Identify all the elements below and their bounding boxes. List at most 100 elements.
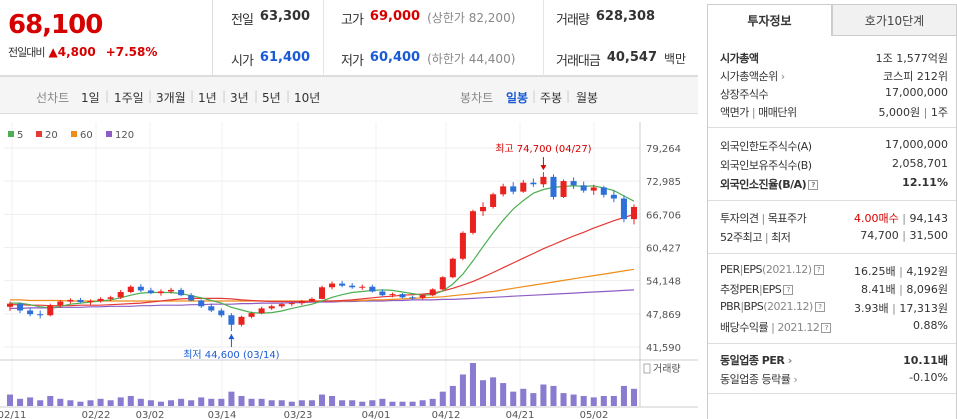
legend-swatch (106, 131, 112, 137)
x-tick-label: 04/01 (362, 410, 391, 419)
help-icon[interactable]: ? (808, 180, 819, 190)
candle-daily[interactable]: 일봉 (506, 89, 528, 106)
stat-open: 시가 61,400 (231, 50, 311, 69)
candle-body (570, 181, 577, 186)
candle-body (500, 186, 507, 195)
volume-bar (198, 397, 205, 406)
row-shares: 상장주식수 17,000,000 (720, 86, 948, 101)
high-annotation: 최고 74,700 (04/27) (495, 143, 591, 155)
x-tick-label: 02/22 (82, 410, 111, 419)
period-1d[interactable]: 1일 (81, 89, 100, 106)
volume-bar (419, 400, 426, 406)
volume-bar (469, 363, 476, 406)
help-icon[interactable]: ? (783, 285, 794, 295)
stat-prev-close: 전일 63,300 (231, 9, 311, 28)
volume-bar (389, 401, 396, 406)
volume-bar (520, 388, 527, 406)
period-1w[interactable]: 1주일 (114, 89, 144, 106)
legend-label: 20 (45, 130, 58, 141)
row-per: PER|EPS(2021.12)? 16.25배 | 4,192원 (720, 263, 948, 278)
volume-bar (27, 397, 34, 406)
candle-body (47, 305, 54, 316)
candle-body (590, 187, 597, 191)
volume-bar (449, 385, 456, 406)
volume-bar (429, 398, 436, 406)
row-foreign-hold: 외국인보유주식수(B) 2,058,701 (720, 157, 948, 172)
volume-bar (178, 398, 185, 406)
volume-bar (500, 383, 507, 406)
candle-body (490, 194, 497, 207)
y-tick-label: 72,985 (646, 177, 681, 188)
help-icon[interactable]: ? (813, 265, 824, 275)
row-sector-per: 동일업종 PER › 10.11배 (720, 354, 948, 367)
legend-label: 60 (80, 130, 93, 141)
tab-investment-info[interactable]: 투자정보 (707, 4, 832, 36)
period-3m[interactable]: 3개월 (156, 89, 186, 106)
change-label: 전일대비 (8, 46, 45, 59)
x-tick-label: 02/11 (0, 410, 26, 419)
stat-volume: 거래량 628,308 (556, 9, 656, 28)
volume-bar (369, 400, 376, 406)
candle-body (520, 182, 527, 192)
candle-body (409, 297, 416, 299)
tab-order-book[interactable]: 호가10단계 (832, 4, 957, 36)
candle-body (147, 290, 154, 294)
candle-body (298, 300, 305, 304)
stat-high: 고가 69,000 (상한가 82,200) (341, 9, 516, 28)
price-summary: 68,100 전일대비 ▲ 4,800 +7.58% (0, 0, 213, 76)
volume-bar (248, 398, 255, 406)
candle-body (610, 194, 617, 199)
volume-bar (37, 400, 44, 406)
volume-bar (117, 397, 124, 406)
row-sector-rate: 동일업종 등락률 › -0.10% (720, 371, 948, 386)
volume-bar (349, 400, 356, 406)
volume-bar (298, 400, 305, 406)
candle-body (480, 206, 487, 212)
volume-bar (590, 397, 597, 406)
line-chart-button[interactable]: 선차트 (36, 89, 69, 106)
volume-bar (550, 385, 557, 406)
legend-swatch (36, 131, 42, 137)
candle-body (57, 301, 64, 306)
candle-body (449, 258, 456, 278)
volume-bar (580, 395, 587, 406)
period-1y[interactable]: 1년 (198, 89, 217, 106)
volume-bar (278, 400, 285, 406)
candle-body (168, 289, 175, 292)
volume-bar (97, 398, 104, 406)
x-tick-label: 04/21 (506, 410, 535, 419)
row-opinion: 투자의견 | 목표주가 4.00매수 | 94,143 (720, 212, 948, 225)
volume-bar (218, 398, 225, 406)
candle-monthly[interactable]: 월봉 (576, 89, 598, 106)
row-foreign-limit: 외국인한도주식수(A) 17,000,000 (720, 138, 948, 153)
volume-bar (268, 400, 275, 406)
candle-body (107, 297, 114, 299)
candle-weekly[interactable]: 주봉 (540, 89, 562, 106)
candle-body (620, 198, 627, 220)
x-tick-label: 03/02 (136, 410, 165, 419)
candle-body (550, 176, 557, 197)
candle-body (580, 185, 587, 191)
period-10y[interactable]: 10년 (294, 89, 320, 106)
candle-body (188, 295, 195, 301)
legend-swatch (71, 131, 77, 137)
help-icon[interactable]: ? (814, 302, 825, 312)
period-3y[interactable]: 3년 (230, 89, 249, 106)
row-52week: 52주최고 | 최저 74,700 | 31,500 (720, 229, 948, 244)
y-tick-label: 47,869 (646, 310, 681, 321)
volume-bar (147, 400, 154, 406)
period-5y[interactable]: 5년 (262, 89, 281, 106)
row-pbr: PBR|BPS(2021.12)? 3.93배 | 17,313원 (720, 300, 948, 315)
candle-body (258, 308, 265, 314)
candle-body (389, 294, 396, 296)
volume-bar (208, 398, 215, 406)
help-icon[interactable]: ? (821, 323, 832, 333)
volume-bar (620, 385, 627, 406)
volume-bar (168, 400, 175, 406)
y-tick-label: 79,264 (646, 144, 681, 155)
candle-body (268, 306, 275, 309)
candle-chart-label[interactable]: 봉차트 (460, 89, 493, 106)
candle-body (288, 303, 295, 305)
candle-body (318, 287, 326, 299)
candle-body (510, 186, 517, 192)
